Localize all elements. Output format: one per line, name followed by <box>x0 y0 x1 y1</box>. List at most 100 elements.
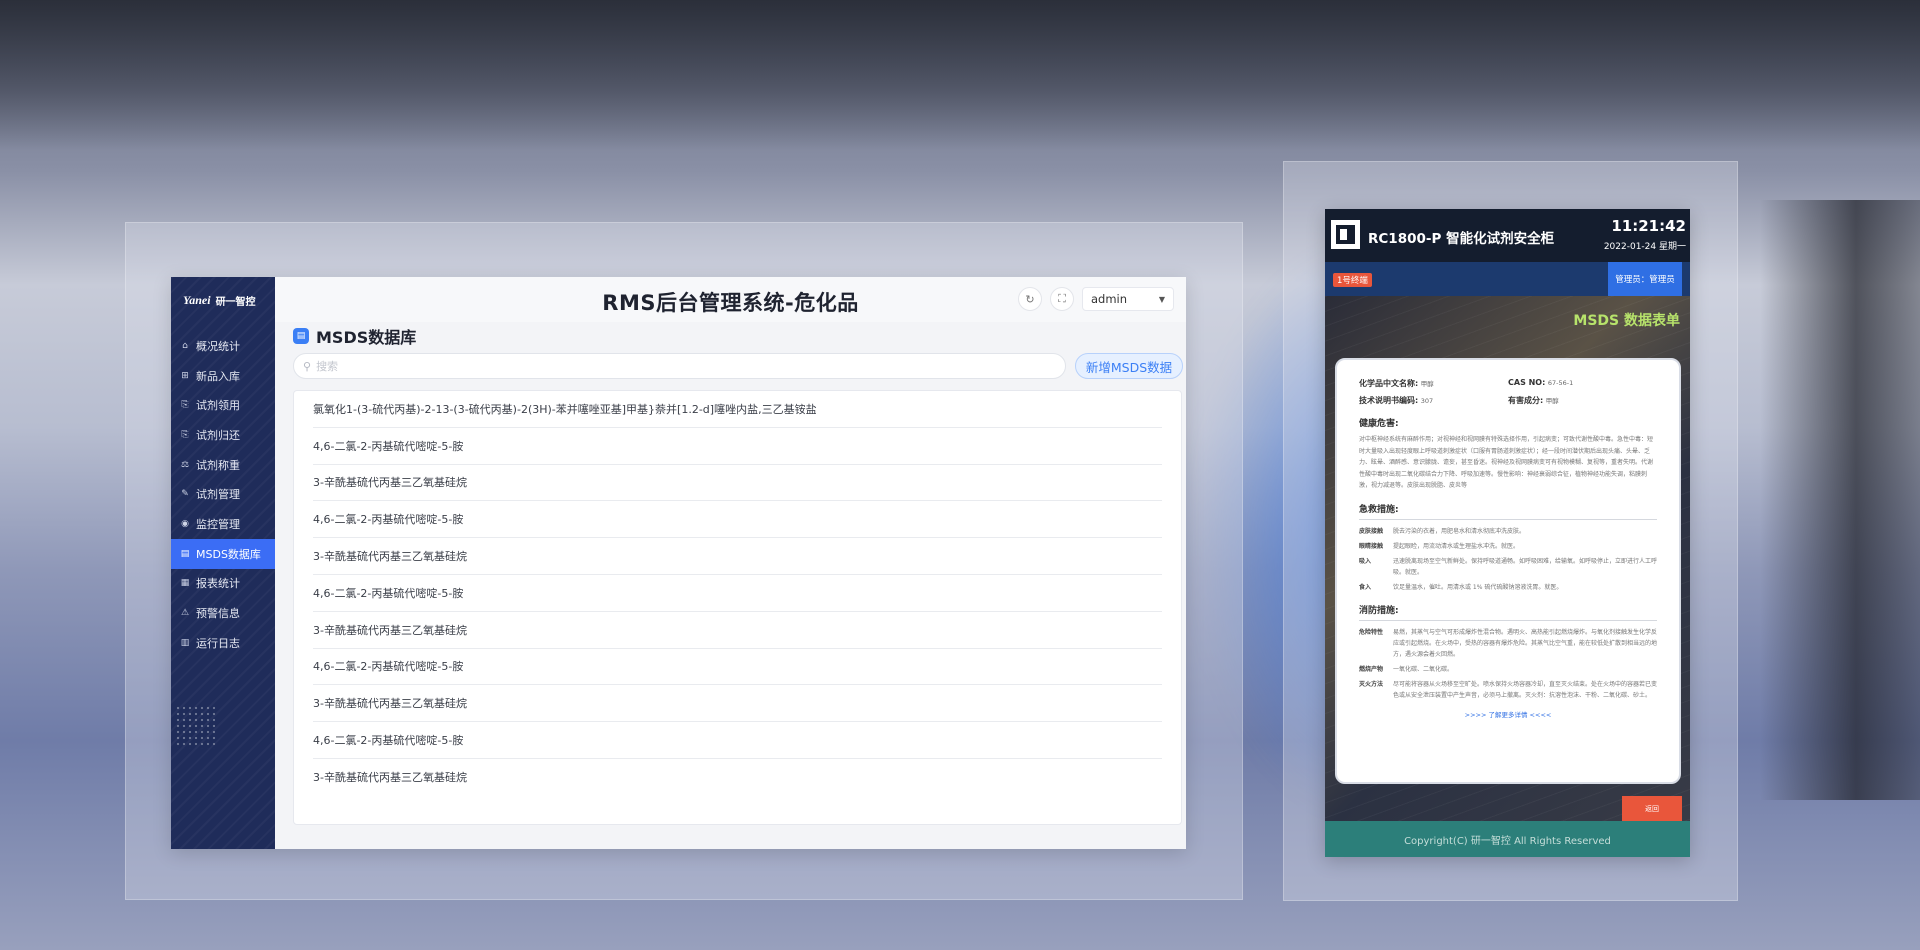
fire-value: 易燃，其蒸气与空气可形成爆炸性混合物。遇明火、高热能引起燃烧爆炸。与氧化剂接触发… <box>1393 628 1658 658</box>
fire-title: 消防措施: <box>1359 603 1657 621</box>
sidebar-item[interactable]: ⎘ 试剂归还 <box>171 420 275 450</box>
sidebar-item[interactable]: ▦ 报表统计 <box>171 569 275 599</box>
sidebar-item-label: 试剂归还 <box>196 428 240 442</box>
list-item[interactable]: 3-辛酰基硫代丙基三乙氧基硅烷 <box>313 685 1162 723</box>
firstaid-value: 迅速脱离现场至空气新鲜处。保持呼吸道通畅。如呼吸困难，给输氧。如呼吸停止，立即进… <box>1393 557 1658 576</box>
edit-icon: ✎ <box>181 489 189 500</box>
inbox-icon: ⊞ <box>181 370 189 381</box>
cn-name-value: 甲醇 <box>1420 380 1434 388</box>
harm-key: 有害成分: <box>1508 396 1544 405</box>
sidebar-item-label: MSDS数据库 <box>196 547 261 561</box>
database-icon: ▤ <box>293 328 309 344</box>
cabinet-date: 2022-01-24 星期一 <box>1603 242 1686 252</box>
sidebar-item[interactable]: ✎ 试剂管理 <box>171 479 275 509</box>
sidebar-item-label: 报表统计 <box>196 577 240 591</box>
user-dropdown[interactable]: admin ▼ <box>1082 287 1174 311</box>
sidebar-item-label: 试剂领用 <box>196 399 240 413</box>
refresh-button[interactable]: ↻ <box>1018 287 1042 311</box>
header-tools: ↻ ⛶ admin ▼ <box>1018 287 1174 311</box>
firstaid-row: 吸入 迅速脱离现场至空气新鲜处。保持呼吸道通畅。如呼吸困难，给输氧。如呼吸停止，立… <box>1359 556 1657 578</box>
section-title: ▤ MSDS数据库 <box>293 324 416 348</box>
sidebar-item-label: 新品入库 <box>196 369 240 383</box>
fullscreen-icon: ⛶ <box>1058 292 1066 305</box>
cabinet-clock: 11:21:42 2022-01-24 星期一 <box>1604 217 1686 252</box>
cas-value: 67-56-1 <box>1547 379 1574 387</box>
more-details-link[interactable]: >>>> 了解更多详情 <<<< <box>1359 709 1657 719</box>
fire-list: 危险特性 易燃，其蒸气与空气可形成爆炸性混合物。遇明火、高热能引起燃烧爆炸。与氧化… <box>1359 627 1657 701</box>
list-item[interactable]: 3-辛酰基硫代丙基三乙氧基硅烷 <box>313 612 1162 649</box>
list-item[interactable]: 4,6-二氯-2-丙基硫代嘧啶-5-胺 <box>313 722 1162 759</box>
header: RMS后台管理系统-危化品 ↻ ⛶ admin ▼ <box>275 277 1186 322</box>
admin-window: Yanei 研一智控 ⌂ 概况统计 ⊞ 新品入库 ⎘ 试剂领用 ⎘ 试剂归还 ⚖ 试剂称重 ✎ 试剂管… <box>171 277 1186 849</box>
cabinet-title: RC1800-P 智能化试剂安全柜 <box>1368 231 1555 247</box>
export-icon: ⎘ <box>181 400 189 411</box>
home-icon: ⌂ <box>182 340 188 351</box>
sidebar-item-label: 预警信息 <box>196 607 240 621</box>
list-item[interactable]: 4,6-二氯-2-丙基硫代嘧啶-5-胺 <box>313 501 1162 539</box>
sidebar-item[interactable]: ⌂ 概况统计 <box>171 331 275 361</box>
search-box: ⚲ <box>293 353 1066 379</box>
fire-row: 危险特性 易燃，其蒸气与空气可形成爆炸性混合物。遇明火、高热能引起燃烧爆炸。与氧化… <box>1359 627 1657 660</box>
health-text: 对中枢神经系统有麻醉作用；对视神经和视网膜有特殊选择作用，引起病变；可致代谢性酸… <box>1359 436 1654 489</box>
fire-key: 危险特性 <box>1359 628 1384 636</box>
list-item[interactable]: 4,6-二氯-2-丙基硫代嘧啶-5-胺 <box>313 428 1162 465</box>
list-item[interactable]: 4,6-二氯-2-丙基硫代嘧啶-5-胺 <box>313 649 1162 686</box>
code-value: 307 <box>1420 397 1434 405</box>
warning-icon: ⚠ <box>180 608 190 619</box>
fire-value: 一氧化碳、二氧化碳。 <box>1393 665 1454 673</box>
msds-list: 氯氧化1-(3-硫代丙基)-2-13-(3-硫代丙基)-2(3H)-苯并噻唑亚基… <box>293 390 1182 825</box>
background-right <box>1760 200 1920 800</box>
firstaid-key: 吸入 <box>1359 557 1372 565</box>
admin-badge[interactable]: 管理员：管理员 <box>1608 262 1682 296</box>
sidebar-item-label: 运行日志 <box>196 636 240 650</box>
kv-row: 技术说明书编码: 307 有害成分: 甲醇 <box>1359 395 1657 406</box>
sidebar-item[interactable]: ▥ 运行日志 <box>171 628 275 658</box>
search-icon: ⚲ <box>303 359 312 373</box>
list-item[interactable]: 4,6-二氯-2-丙基硫代嘧啶-5-胺 <box>313 575 1162 612</box>
list-item[interactable]: 3-辛酰基硫代丙基三乙氧基硅烷 <box>313 759 1162 796</box>
fire-value: 尽可能将容器从火场移至空旷处。喷水保持火场容器冷却，直至灭火结束。处在火场中的容… <box>1393 680 1658 699</box>
sidebar-item[interactable]: ⚖ 试剂称重 <box>171 450 275 480</box>
fire-key: 燃烧产物 <box>1359 665 1384 673</box>
kv-row: 化学品中文名称: 甲醇 CAS NO: 67-56-1 <box>1359 378 1657 389</box>
fire-row: 灭火方法 尽可能将容器从火场移至空旷处。喷水保持火场容器冷却，直至灭火结束。处在火… <box>1359 679 1657 701</box>
refresh-icon: ↻ <box>1025 292 1035 306</box>
list-item[interactable]: 氯氧化1-(3-硫代丙基)-2-13-(3-硫代丙基)-2(3H)-苯并噻唑亚基… <box>313 391 1162 428</box>
terminal-badge: 1号终端 <box>1333 273 1372 287</box>
cn-name-key: 化学品中文名称: <box>1359 379 1419 388</box>
fullscreen-button[interactable]: ⛶ <box>1050 287 1074 311</box>
scale-icon: ⚖ <box>180 459 190 470</box>
firstaid-key: 皮肤接触 <box>1359 527 1384 535</box>
logo: Yanei 研一智控 <box>171 277 275 323</box>
msds-document: 化学品中文名称: 甲醇 CAS NO: 67-56-1 技术说明书编码: 307… <box>1335 358 1681 784</box>
harm-value: 甲醇 <box>1545 397 1559 405</box>
background-top <box>0 0 1920 150</box>
cabinet-time: 11:21:42 <box>1611 217 1686 235</box>
sidebar-item[interactable]: ▤ MSDS数据库 <box>171 538 275 569</box>
sidebar-item[interactable]: ⎘ 试剂领用 <box>171 390 275 420</box>
add-msds-button[interactable]: 新增MSDS数据 <box>1075 353 1183 379</box>
fire-key: 灭火方法 <box>1359 680 1384 688</box>
firstaid-value: 脱去污染的衣着，用肥皂水和清水彻底冲洗皮肤。 <box>1393 527 1526 535</box>
cabinet-logo-icon <box>1331 220 1360 249</box>
sidebar-item[interactable]: ⊞ 新品入库 <box>171 361 275 391</box>
firstaid-key: 食入 <box>1359 583 1372 591</box>
firstaid-key: 眼睛接触 <box>1359 542 1384 550</box>
database-icon: ▤ <box>180 548 190 559</box>
sidebar-item[interactable]: ⚠ 预警信息 <box>171 598 275 628</box>
cabinet-footer: Copyright(C) 研一智控 All Rights Reserved <box>1325 821 1690 857</box>
firstaid-value: 提起眼睑，用流动清水或生理盐水冲洗。就医。 <box>1393 542 1520 550</box>
sidebar: Yanei 研一智控 ⌂ 概况统计 ⊞ 新品入库 ⎘ 试剂领用 ⎘ 试剂归还 ⚖ 试剂称重 ✎ 试剂管… <box>171 277 275 849</box>
sidebar-item[interactable]: ◉ 监控管理 <box>171 509 275 539</box>
section-title-text: MSDS数据库 <box>316 328 417 347</box>
logo-text: 研一智控 <box>215 296 256 308</box>
cas-key: CAS NO: <box>1508 378 1546 387</box>
search-input[interactable] <box>316 359 1002 373</box>
list-item[interactable]: 3-辛酰基硫代丙基三乙氧基硅烷 <box>313 538 1162 575</box>
cabinet-body: MSDS 数据表单 化学品中文名称: 甲醇 CAS NO: 67-56-1 技术… <box>1325 296 1690 822</box>
list-item[interactable]: 3-辛酰基硫代丙基三乙氧基硅烷 <box>313 465 1162 502</box>
fire-row: 燃烧产物 一氧化碳、二氧化碳。 <box>1359 664 1657 675</box>
log-icon: ▥ <box>180 637 190 648</box>
firstaid-value: 饮足量温水，催吐。用清水或 1% 硫代硫酸钠溶液洗胃。就医。 <box>1393 583 1563 591</box>
return-button[interactable]: 返回 <box>1622 796 1682 822</box>
